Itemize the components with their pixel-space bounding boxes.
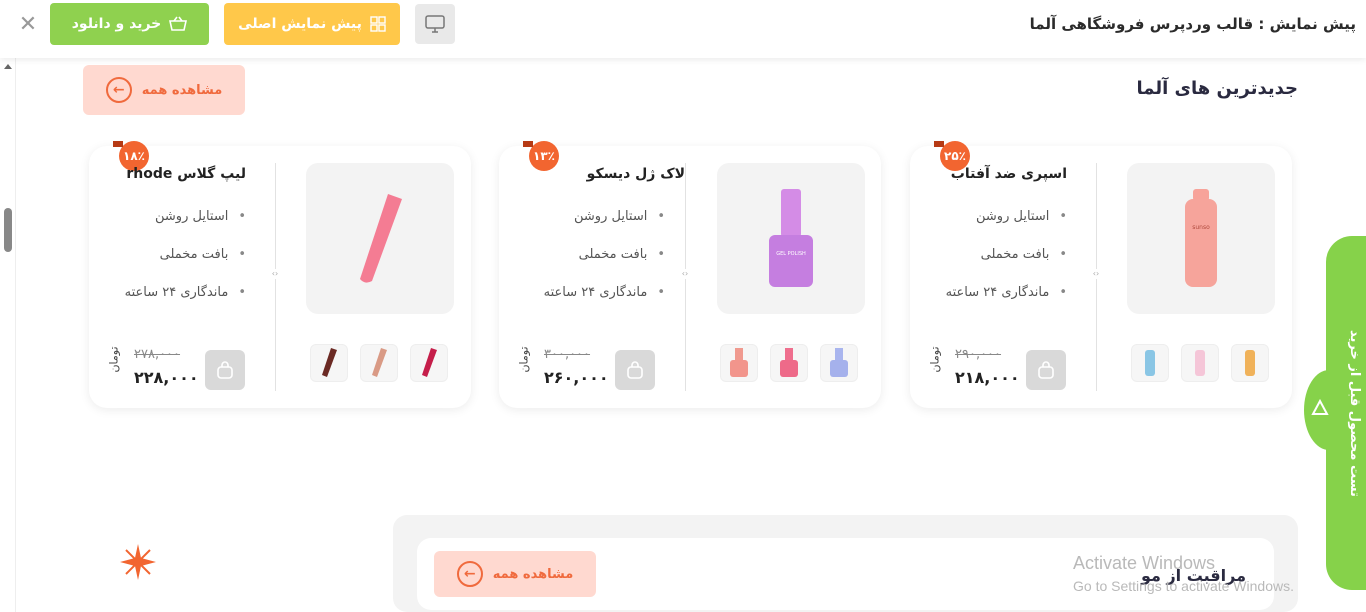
product-name[interactable]: لیپ گلاس rhode <box>126 166 246 182</box>
sunscreen-spray-image: sunso <box>1185 188 1217 287</box>
product-card[interactable]: ۱۸٪ ‹› لیپ گلاس rhode استایل روشن بافت م… <box>89 141 471 408</box>
top-bar: پیش نمایش : قالب وردپرس فروشگاهی آلما ✕ … <box>0 0 1366 58</box>
thumbnail-image <box>1245 350 1255 376</box>
product-thumbnail[interactable] <box>310 344 348 382</box>
activate-windows-watermark: Activate Windows <box>1073 553 1216 573</box>
main-preview-button[interactable]: پیش نمایش اصلی <box>224 3 400 45</box>
product-thumbnail[interactable] <box>360 344 398 382</box>
currency-label: تومان <box>517 346 531 373</box>
section-title: جدیدترین های آلما <box>1136 78 1298 99</box>
try-before-buy-label: تست محصول قبل از خرید <box>1347 330 1362 497</box>
cursor-arrow-icon <box>1311 398 1329 415</box>
product-feature: بافت مخملی <box>981 247 1067 262</box>
thumbnail-image <box>830 348 848 377</box>
basket-icon <box>169 16 188 31</box>
add-to-cart-button[interactable] <box>1026 350 1066 390</box>
product-thumbnail[interactable] <box>770 344 808 382</box>
arrow-left-icon: ← <box>105 77 132 103</box>
thumbnail-image <box>422 348 437 377</box>
product-card[interactable]: ۱۳٪ GEL POLISH ‹› لاک ژل دیسکو استایل رو… <box>499 141 881 408</box>
preview-title: پیش نمایش : قالب وردپرس فروشگاهی آلما <box>1029 15 1356 33</box>
nail-polish-image: GEL POLISH <box>769 188 813 287</box>
discount-badge: ۱۳٪ <box>523 141 559 171</box>
old-price: ۲۷۸,۰۰۰ <box>134 347 181 362</box>
thumbnail-image <box>372 348 387 377</box>
old-price: ۳۰۰,۰۰۰ <box>544 347 591 362</box>
add-to-cart-button[interactable] <box>615 350 655 390</box>
product-image[interactable] <box>306 163 454 314</box>
main-preview-label: پیش نمایش اصلی <box>238 16 362 32</box>
product-thumbnail[interactable] <box>410 344 448 382</box>
product-feature: ماندگاری ۲۴ ساعته <box>125 285 246 300</box>
thumbnail-image <box>780 348 798 377</box>
product-thumbnail[interactable] <box>1181 344 1219 382</box>
price: ۲۱۸,۰۰۰ <box>955 368 1020 387</box>
add-to-cart-button[interactable] <box>205 350 245 390</box>
arrow-left-icon: ← <box>456 561 483 587</box>
card-divider: ‹› <box>681 163 689 391</box>
product-feature: بافت مخملی <box>160 247 246 262</box>
product-feature: ماندگاری ۲۴ ساعته <box>544 285 665 300</box>
product-thumbnail[interactable] <box>1131 344 1169 382</box>
device-toggle-button[interactable] <box>415 4 455 44</box>
product-feature: استایل روشن <box>976 209 1067 224</box>
scrollbar-thumb[interactable] <box>4 208 12 252</box>
see-all-label: مشاهده همه <box>492 566 574 582</box>
scroll-up-arrow-icon[interactable] <box>4 64 12 69</box>
product-name[interactable]: لاک ژل دیسکو <box>587 166 685 182</box>
card-divider: ‹› <box>1092 163 1100 391</box>
svg-text:GEL POLISH: GEL POLISH <box>776 251 806 257</box>
product-card[interactable]: ۲۵٪ sunso ‹› اسپری ضد آفتاب استایل روشن … <box>910 141 1292 408</box>
monitor-icon <box>425 15 445 33</box>
old-price: ۲۹۰,۰۰۰ <box>955 347 1002 362</box>
thumbnail-image <box>730 348 748 377</box>
product-thumbnail[interactable] <box>720 344 758 382</box>
product-feature: ماندگاری ۲۴ ساعته <box>946 285 1067 300</box>
shopping-bag-icon <box>1038 361 1054 379</box>
shopping-bag-icon <box>627 361 643 379</box>
currency-label: تومان <box>107 346 121 373</box>
product-image[interactable]: sunso <box>1127 163 1275 314</box>
lip-gloss-image <box>360 193 402 283</box>
see-all-button[interactable]: مشاهده همه ← <box>83 65 245 115</box>
product-feature: استایل روشن <box>574 209 665 224</box>
thumbnail-image <box>1145 350 1155 376</box>
product-feature: استایل روشن <box>155 209 246 224</box>
see-all-label: مشاهده همه <box>141 82 223 98</box>
scrollbar[interactable] <box>0 58 16 612</box>
grid-icon <box>370 16 386 32</box>
sparkle-icon <box>120 544 156 580</box>
product-thumbnail[interactable] <box>820 344 858 382</box>
thumbnail-image <box>1195 350 1205 376</box>
close-icon[interactable]: ✕ <box>16 14 40 38</box>
hair-care-see-all-button[interactable]: مشاهده همه ← <box>434 551 596 597</box>
thumbnail-image <box>322 348 337 377</box>
buy-download-label: خرید و دانلود <box>71 16 162 32</box>
price: ۲۶۰,۰۰۰ <box>544 368 609 387</box>
product-image[interactable]: GEL POLISH <box>717 163 865 314</box>
currency-label: تومان <box>928 346 942 373</box>
product-thumbnail[interactable] <box>1231 344 1269 382</box>
card-divider: ‹› <box>271 163 279 391</box>
svg-text:sunso: sunso <box>1192 224 1210 231</box>
buy-download-button[interactable]: خرید و دانلود <box>50 3 209 45</box>
activate-windows-subtext: Go to Settings to activate Windows. <box>1073 578 1294 594</box>
product-feature: بافت مخملی <box>579 247 665 262</box>
product-name[interactable]: اسپری ضد آفتاب <box>951 166 1067 182</box>
price: ۲۲۸,۰۰۰ <box>134 368 199 387</box>
shopping-bag-icon <box>217 361 233 379</box>
